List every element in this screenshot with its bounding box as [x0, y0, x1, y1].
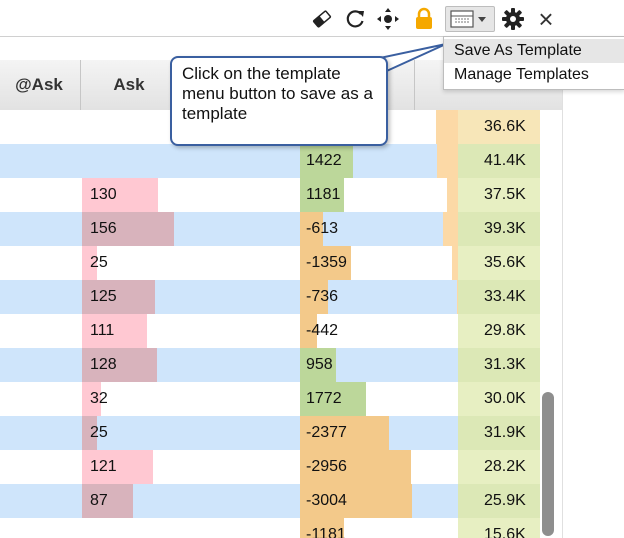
volume-cell: 41.4K [484, 152, 526, 169]
tooltip-callout: Click on the template menu button to sav… [170, 56, 388, 146]
delta-cell: -613 [306, 220, 339, 237]
eraser-icon[interactable] [309, 6, 335, 32]
volume-cell: 37.5K [484, 186, 526, 203]
template-menu-icon[interactable] [445, 6, 495, 32]
delta-cell: -1359 [306, 254, 347, 271]
volume-cell: 28.2K [484, 458, 526, 475]
ask-cell: 87 [90, 492, 108, 509]
delta-cell: -3004 [306, 492, 347, 509]
side-panel [562, 36, 624, 538]
volume-cell: 31.9K [484, 424, 526, 441]
table-row[interactable]: 32 1772 30.0K [0, 382, 540, 416]
delta-cell: -736 [306, 288, 339, 305]
delta-cell: 1422 [306, 152, 342, 169]
table-row[interactable]: 111 -442 29.8K [0, 314, 540, 348]
data-grid: 36.6K 1422 41.4K 130 1181 37.5K 156 -613 39.3K 2… [0, 110, 540, 538]
delta-cell: -2956 [306, 458, 347, 475]
delta-cell: 958 [306, 356, 333, 373]
table-row[interactable]: 1422 41.4K [0, 144, 540, 178]
volume-cell: 30.0K [484, 390, 526, 407]
volume-cell: 31.3K [484, 356, 526, 373]
volume-cell: 36.6K [484, 118, 526, 135]
table-row[interactable]: 125 -736 33.4K [0, 280, 540, 314]
table-row[interactable]: 121 -2956 28.2K [0, 450, 540, 484]
volume-cell: 29.8K [484, 322, 526, 339]
lock-icon[interactable] [411, 6, 437, 32]
delta-cell: 1181 [306, 186, 341, 203]
column-header-ask-at[interactable]: @Ask [0, 60, 78, 110]
ask-cell: 32 [90, 390, 108, 407]
volume-cell: 25.9K [484, 492, 526, 509]
volume-cell: 33.4K [484, 288, 526, 305]
delta-cell: -2377 [306, 424, 347, 441]
template-menu: Save As Template Manage Templates [443, 36, 624, 90]
table-row[interactable]: 25 -2377 31.9K [0, 416, 540, 450]
table-row[interactable]: 128 958 31.3K [0, 348, 540, 382]
table-row[interactable]: 130 1181 37.5K [0, 178, 540, 212]
gear-icon[interactable] [500, 6, 526, 32]
move-icon[interactable] [374, 6, 402, 32]
delta-cell: -1181 [306, 526, 346, 538]
close-icon[interactable]: × [533, 4, 559, 34]
delta-cell: 1772 [306, 390, 342, 407]
delta-cell: -442 [306, 322, 339, 339]
column-header-ask[interactable]: Ask [82, 60, 176, 110]
ask-cell: 130 [90, 186, 117, 203]
ask-cell: 25 [90, 424, 108, 441]
ask-cell: 156 [90, 220, 117, 237]
ask-cell: 111 [90, 322, 115, 339]
ask-cell: 25 [90, 254, 108, 271]
volume-cell: 39.3K [484, 220, 526, 237]
ask-cell: 125 [90, 288, 117, 305]
scrollbar-thumb[interactable] [542, 392, 554, 536]
column-divider[interactable] [80, 60, 81, 110]
table-row[interactable]: 87 -3004 25.9K [0, 484, 540, 518]
volume-bar [436, 110, 458, 144]
volume-cell: 15.6K [484, 526, 526, 538]
menu-item-manage-templates[interactable]: Manage Templates [444, 63, 624, 87]
table-row[interactable]: 25 -1359 35.6K [0, 246, 540, 280]
menu-item-save-as-template[interactable]: Save As Template [444, 39, 624, 63]
volume-bar [437, 144, 458, 178]
callout-pointer [380, 43, 447, 76]
callout-text: Click on the template menu button to sav… [182, 64, 373, 123]
volume-cell: 35.6K [484, 254, 526, 271]
table-row[interactable]: -1181 15.6K [0, 518, 540, 538]
table-row[interactable]: 156 -613 39.3K [0, 212, 540, 246]
ask-cell: 128 [90, 356, 117, 373]
refresh-icon[interactable] [342, 6, 368, 32]
toolbar: × [0, 0, 562, 36]
volume-bar [447, 178, 458, 212]
volume-bar [443, 212, 458, 246]
ask-cell: 121 [90, 458, 117, 475]
